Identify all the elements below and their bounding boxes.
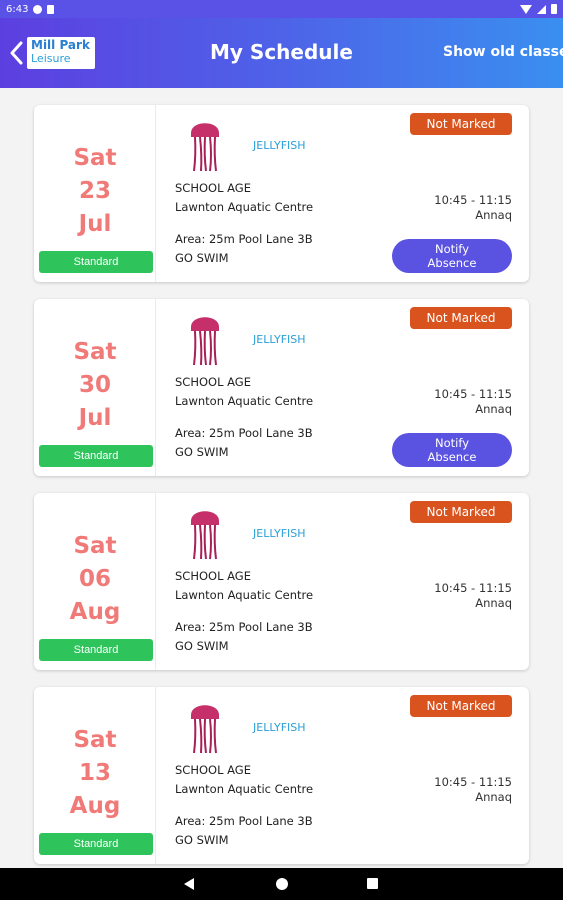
area: Area: 25m Pool Lane 3B bbox=[175, 232, 313, 246]
date-month: Aug bbox=[69, 599, 121, 625]
signal-icon bbox=[537, 4, 546, 14]
date-day: Sat bbox=[73, 727, 117, 753]
notify-label-line1: Notify bbox=[435, 436, 469, 450]
age-group: SCHOOL AGE bbox=[175, 569, 251, 583]
instructor-name: Annaq bbox=[475, 596, 512, 610]
date-day: Sat bbox=[73, 339, 117, 365]
status-time: 6:43 bbox=[6, 3, 29, 15]
date-number: 23 bbox=[78, 178, 111, 204]
location: Lawnton Aquatic Centre bbox=[175, 200, 314, 214]
wifi-icon bbox=[520, 4, 532, 14]
instructor-name: Annaq bbox=[475, 208, 512, 222]
nav-recent-apps-icon[interactable] bbox=[367, 878, 378, 889]
date-column: Sat 13 Aug Standard bbox=[34, 687, 156, 864]
class-card[interactable]: Sat 06 Aug Standard JELLYFISH SCHOOL AGE… bbox=[34, 493, 529, 670]
date-month: Jul bbox=[78, 405, 112, 431]
class-name: JELLYFISH bbox=[253, 527, 306, 540]
class-time: 10:45 - 11:15 bbox=[434, 775, 512, 789]
class-time: 10:45 - 11:15 bbox=[434, 581, 512, 595]
program: GO SWIM bbox=[175, 445, 229, 459]
status-badge: Not Marked bbox=[410, 307, 512, 329]
date-column: Sat 30 Jul Standard bbox=[34, 299, 156, 476]
sd-card-icon bbox=[47, 4, 55, 14]
status-badge: Not Marked bbox=[410, 113, 512, 135]
class-time: 10:45 - 11:15 bbox=[434, 193, 512, 207]
class-name: JELLYFISH bbox=[253, 333, 306, 346]
status-bar: 6:43 bbox=[0, 0, 563, 18]
area: Area: 25m Pool Lane 3B bbox=[175, 814, 313, 828]
class-card[interactable]: Sat 23 Jul Standard JELLYFISH SCHOOL AGE… bbox=[34, 105, 529, 282]
standard-badge: Standard bbox=[39, 639, 153, 661]
area: Area: 25m Pool Lane 3B bbox=[175, 620, 313, 634]
notify-absence-button[interactable]: Notify Absence bbox=[392, 433, 512, 467]
age-group: SCHOOL AGE bbox=[175, 181, 251, 195]
date-number: 13 bbox=[78, 760, 111, 786]
notify-absence-button[interactable]: Notify Absence bbox=[392, 239, 512, 273]
class-time: 10:45 - 11:15 bbox=[434, 387, 512, 401]
standard-badge: Standard bbox=[39, 445, 153, 467]
location: Lawnton Aquatic Centre bbox=[175, 394, 314, 408]
date-day: Sat bbox=[73, 145, 117, 171]
age-group: SCHOOL AGE bbox=[175, 763, 251, 777]
program: GO SWIM bbox=[175, 833, 229, 847]
date-column: Sat 06 Aug Standard bbox=[34, 493, 156, 670]
show-old-classes-button[interactable]: Show old classes bbox=[443, 44, 563, 60]
program: GO SWIM bbox=[175, 251, 229, 265]
date-number: 06 bbox=[78, 566, 111, 592]
back-arrow-icon[interactable] bbox=[8, 40, 26, 66]
nav-home-icon[interactable] bbox=[276, 878, 288, 890]
location: Lawnton Aquatic Centre bbox=[175, 782, 314, 796]
date-column: Sat 23 Jul Standard bbox=[34, 105, 156, 282]
notify-label-line2: Absence bbox=[427, 450, 477, 464]
date-day: Sat bbox=[73, 533, 117, 559]
mill-park-leisure-logo: Mill Park Leisure bbox=[27, 37, 95, 69]
battery-icon bbox=[551, 4, 557, 14]
nav-back-icon[interactable] bbox=[184, 878, 194, 890]
class-card[interactable]: Sat 13 Aug Standard JELLYFISH SCHOOL AGE… bbox=[34, 687, 529, 864]
jellyfish-icon bbox=[191, 511, 219, 560]
app-bar: Mill Park Leisure My Schedule Show old c… bbox=[0, 18, 563, 88]
area: Area: 25m Pool Lane 3B bbox=[175, 426, 313, 440]
status-badge: Not Marked bbox=[410, 501, 512, 523]
age-group: SCHOOL AGE bbox=[175, 375, 251, 389]
program: GO SWIM bbox=[175, 639, 229, 653]
jellyfish-icon bbox=[191, 705, 219, 754]
logo-line1: Mill Park bbox=[31, 38, 90, 52]
schedule-list[interactable]: Sat 23 Jul Standard JELLYFISH SCHOOL AGE… bbox=[0, 88, 563, 868]
standard-badge: Standard bbox=[39, 833, 153, 855]
jellyfish-icon bbox=[191, 123, 219, 172]
date-month: Aug bbox=[69, 793, 121, 819]
date-number: 30 bbox=[78, 372, 111, 398]
notify-label-line1: Notify bbox=[435, 242, 469, 256]
standard-badge: Standard bbox=[39, 251, 153, 273]
app-notification-icon bbox=[33, 4, 43, 14]
class-name: JELLYFISH bbox=[253, 139, 306, 152]
location: Lawnton Aquatic Centre bbox=[175, 588, 314, 602]
system-nav-bar bbox=[0, 868, 563, 900]
date-month: Jul bbox=[78, 211, 112, 237]
instructor-name: Annaq bbox=[475, 402, 512, 416]
class-name: JELLYFISH bbox=[253, 721, 306, 734]
logo-line2: Leisure bbox=[31, 52, 71, 65]
class-card[interactable]: Sat 30 Jul Standard JELLYFISH SCHOOL AGE… bbox=[34, 299, 529, 476]
jellyfish-icon bbox=[191, 317, 219, 366]
status-badge: Not Marked bbox=[410, 695, 512, 717]
notify-label-line2: Absence bbox=[427, 256, 477, 270]
instructor-name: Annaq bbox=[475, 790, 512, 804]
